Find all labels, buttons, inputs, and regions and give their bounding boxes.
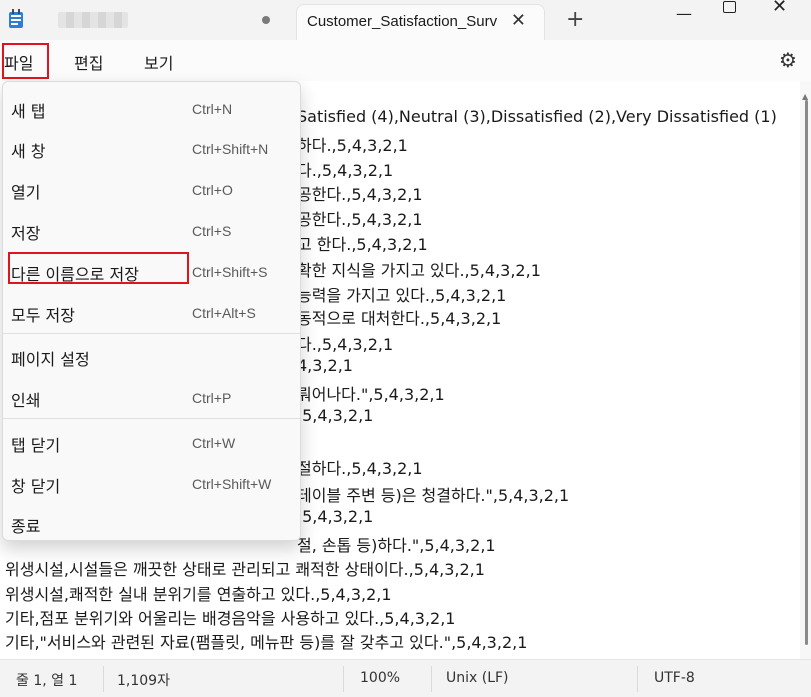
file-menu-dropdown: 새 탭 Ctrl+N 새 창 Ctrl+Shift+N 열기 Ctrl+O 저장… (2, 81, 301, 541)
menu-item-open[interactable]: 열기 Ctrl+O (3, 171, 300, 207)
text-line: 절, 손톱 등)하다.",5,4,3,2,1 (297, 536, 496, 555)
menu-item-label: 열기 (11, 183, 41, 202)
menu-item-label: 저장 (11, 224, 41, 243)
encoding[interactable]: UTF-8 (654, 670, 695, 686)
menu-item-label: 새 창 (11, 142, 46, 161)
status-bar: 줄 1, 열 1 1,109자 100% Unix (LF) UTF-8 (0, 659, 811, 697)
text-line: 하다.,5,4,3,2,1 (297, 136, 408, 155)
minimize-icon[interactable]: — (676, 4, 692, 23)
text-line: 다.,5,4,3,2,1 (297, 161, 394, 180)
menu-item-new-tab[interactable]: 새 탭 Ctrl+N (3, 90, 300, 126)
text-line: 확한 지식을 가지고 있다.,5,4,3,2,1 (297, 261, 541, 280)
active-tab[interactable]: Customer_Satisfaction_Surv ✕ (296, 4, 545, 40)
save-as-highlight (8, 252, 189, 284)
menu-item-save[interactable]: 저장 Ctrl+S (3, 212, 300, 248)
close-tab-icon[interactable]: ✕ (511, 10, 526, 31)
menu-item-close-tab[interactable]: 탭 닫기 Ctrl+W (3, 424, 300, 460)
menu-item-shortcut: Ctrl+Shift+S (192, 264, 268, 280)
text-line: Satisfied (4),Neutral (3),Dissatisfied (… (297, 107, 777, 126)
text-line: 절하다.,5,4,3,2,1 (297, 459, 423, 478)
close-window-icon[interactable]: ✕ (772, 0, 787, 17)
file-menu-highlight (2, 43, 49, 79)
new-tab-icon[interactable]: + (566, 7, 584, 32)
menu-item-close-window[interactable]: 창 닫기 Ctrl+Shift+W (3, 465, 300, 501)
text-line: 고 한다.,5,4,3,2,1 (297, 235, 428, 254)
menu-item-shortcut: Ctrl+O (192, 182, 233, 198)
text-line: 기타,"서비스와 관련된 자료(팸플릿, 메뉴판 등)를 잘 갖추고 있다.",… (5, 633, 528, 652)
menu-item-shortcut: Ctrl+P (192, 390, 232, 406)
cursor-position: 줄 1, 열 1 (16, 673, 78, 689)
status-divider (103, 666, 104, 692)
zoom-level[interactable]: 100% (360, 670, 400, 686)
menu-item-shortcut: Ctrl+Shift+W (192, 476, 272, 492)
char-count: 1,109자 (117, 673, 170, 689)
status-divider (637, 666, 638, 692)
title-bar: Customer_Satisfaction_Surv ✕ + — ✕ (0, 0, 811, 40)
menu-item-page-setup[interactable]: 페이지 설정 (3, 338, 300, 374)
menu-item-new-window[interactable]: 새 창 Ctrl+Shift+N (3, 130, 300, 166)
menu-item-shortcut: Ctrl+Alt+S (192, 305, 256, 321)
maximize-icon[interactable] (723, 1, 736, 13)
menu-item-label: 페이지 설정 (11, 350, 90, 369)
text-line: 위생시설,시설들은 깨끗한 상태로 관리되고 쾌적한 상태이다.,5,4,3,2… (5, 560, 485, 579)
text-line: 다.,5,4,3,2,1 (297, 335, 394, 354)
settings-gear-icon[interactable]: ⚙ (779, 48, 797, 72)
menu-item-exit[interactable]: 종료 (3, 505, 300, 541)
text-line: 공한다.,5,4,3,2,1 (297, 185, 423, 204)
text-line: 능력을 가지고 있다.,5,4,3,2,1 (297, 286, 507, 305)
text-line: 뤄어나다.",5,4,3,2,1 (297, 385, 445, 404)
menu-item-label: 창 닫기 (11, 477, 61, 496)
scrollbar-thumb[interactable] (805, 100, 808, 645)
menu-item-shortcut: Ctrl+N (192, 101, 233, 117)
text-line: 위생시설,쾌적한 실내 분위기를 연출하고 있다.,5,4,3,2,1 (5, 585, 392, 604)
status-divider (343, 666, 344, 692)
status-divider (431, 666, 432, 692)
line-ending[interactable]: Unix (LF) (446, 670, 509, 686)
menu-separator (3, 418, 300, 419)
menu-item-shortcut: Ctrl+S (192, 223, 232, 239)
text-line: 동적으로 대처한다.,5,4,3,2,1 (297, 309, 502, 328)
menu-item-label: 종료 (11, 517, 41, 536)
menu-item-label: 모두 저장 (11, 306, 75, 325)
menu-item-label: 인쇄 (11, 391, 41, 410)
text-line: 기타,점포 분위기와 어울리는 배경음악을 사용하고 있다.,5,4,3,2,1 (5, 609, 456, 628)
text-line: 4,3,2,1 (297, 356, 353, 375)
menu-item-shortcut: Ctrl+W (192, 435, 236, 451)
menu-item-label: 새 탭 (11, 102, 46, 121)
text-line: 공한다.,5,4,3,2,1 (297, 210, 423, 229)
text-line: ,5,4,3,2,1 (297, 406, 374, 425)
menu-item-shortcut: Ctrl+Shift+N (192, 141, 269, 157)
text-line: 테이블 주변 등)은 청결하다.",5,4,3,2,1 (297, 486, 570, 505)
menu-item-save-all[interactable]: 모두 저장 Ctrl+Alt+S (3, 294, 300, 330)
menu-item-print[interactable]: 인쇄 Ctrl+P (3, 379, 300, 415)
menu-edit[interactable]: 편집 (74, 50, 103, 74)
text-line: ,5,4,3,2,1 (297, 507, 374, 526)
unsaved-dot-icon (262, 16, 270, 24)
blurred-tab[interactable] (58, 12, 128, 28)
menu-bar: 파일 편집 보기 (0, 40, 811, 81)
menu-separator (3, 333, 300, 334)
menu-view[interactable]: 보기 (144, 50, 173, 74)
tab-title: Customer_Satisfaction_Surv (307, 13, 498, 30)
notepad-app-icon (9, 9, 23, 28)
menu-item-label: 탭 닫기 (11, 436, 61, 455)
